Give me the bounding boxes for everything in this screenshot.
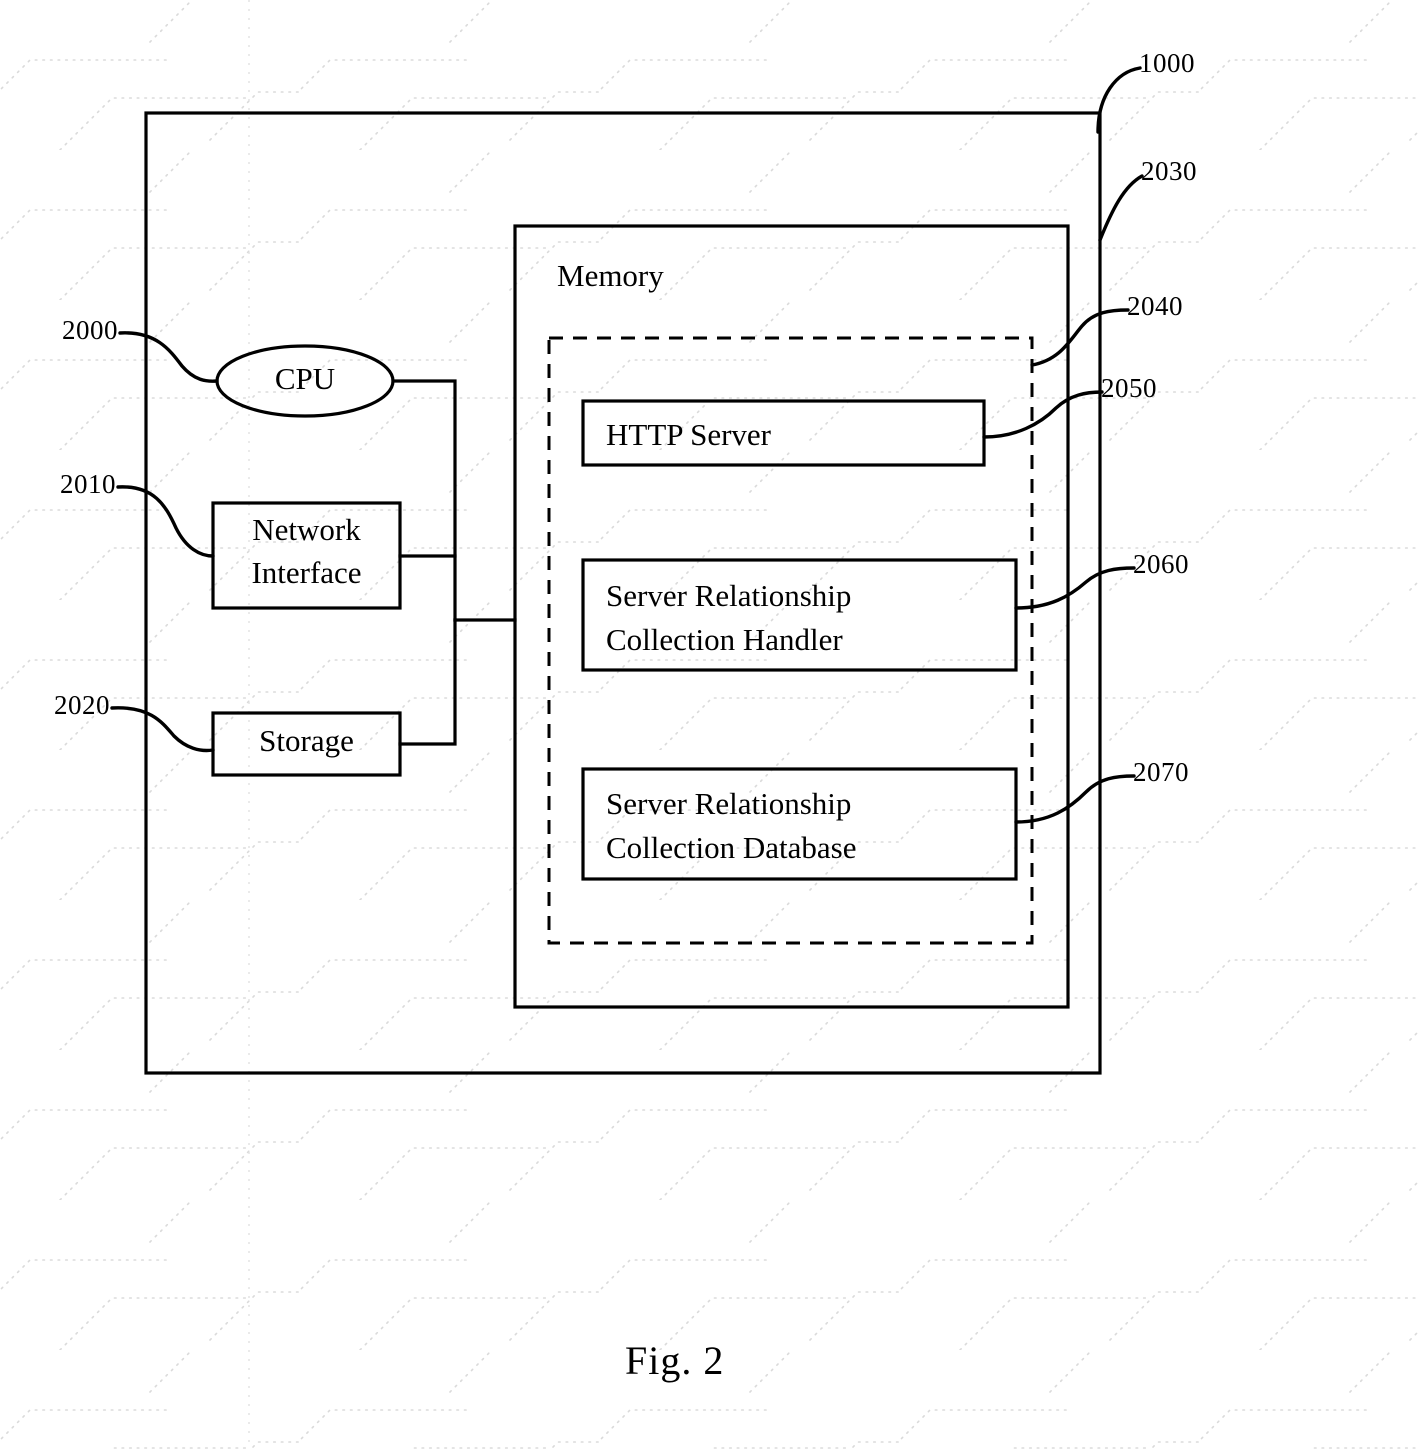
http-server-label: HTTP Server: [606, 417, 772, 452]
handler-label-line1: Server Relationship: [606, 578, 852, 613]
leader-2030: [1098, 174, 1144, 242]
ref-number-2060: 2060: [1133, 549, 1189, 579]
leader-2040: [1030, 308, 1130, 367]
ref-number-2000: 2000: [62, 315, 118, 345]
storage-label: Storage: [259, 723, 354, 758]
cpu-label: CPU: [274, 361, 336, 396]
ref-number-2010: 2010: [60, 469, 116, 499]
system-bus: [391, 379, 517, 746]
leader-1000: [1096, 66, 1142, 134]
ref-number-2050: 2050: [1101, 373, 1157, 403]
leader-2010: [116, 485, 215, 558]
leader-2050: [982, 390, 1104, 439]
leader-2020: [110, 706, 215, 753]
leader-2000: [118, 331, 219, 383]
ref-number-1000: 1000: [1139, 48, 1195, 78]
handler-label-line2: Collection Handler: [606, 622, 843, 657]
figure-page: 1000 2030 2040 2050 2060 2070 2000 2010 …: [0, 0, 1419, 1449]
ref-number-2030: 2030: [1141, 156, 1197, 186]
ref-number-2070: 2070: [1133, 757, 1189, 787]
memory-label: Memory: [557, 258, 664, 293]
leader-2070: [1014, 774, 1136, 824]
ref-number-2020: 2020: [54, 690, 110, 720]
database-label-line1: Server Relationship: [606, 786, 852, 821]
memory-box: [513, 224, 1070, 1009]
network-interface-label-line1: Network: [252, 512, 361, 547]
leader-2060: [1014, 566, 1136, 610]
ref-number-2040: 2040: [1127, 291, 1183, 321]
database-label-line2: Collection Database: [606, 830, 857, 865]
network-interface-label-line2: Interface: [251, 555, 362, 590]
figure-caption: Fig. 2: [625, 1338, 725, 1383]
